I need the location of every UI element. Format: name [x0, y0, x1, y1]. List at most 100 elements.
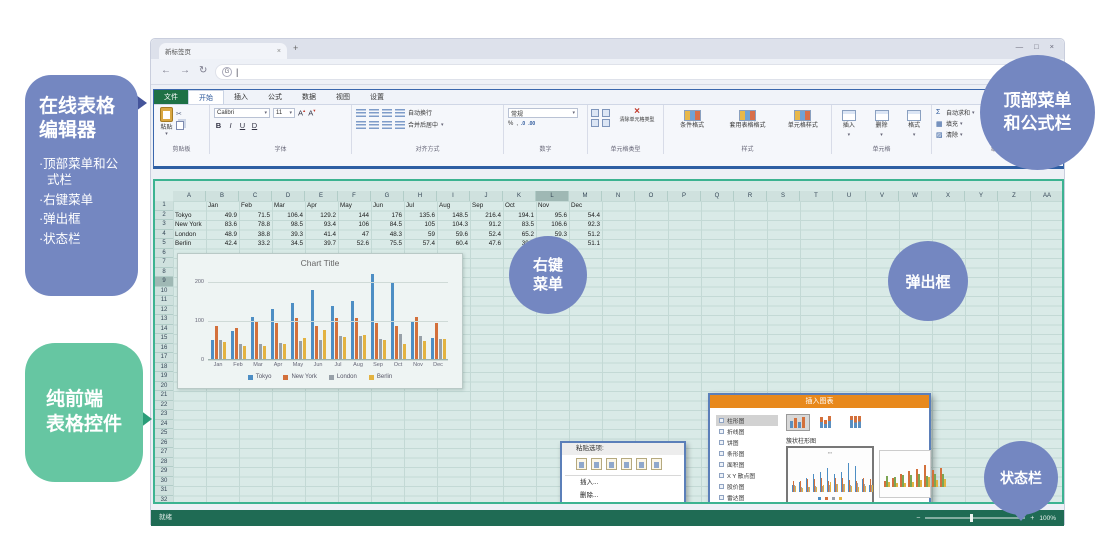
- cell[interactable]: 194.1: [503, 211, 536, 221]
- chart-type-item[interactable]: 雷达图: [716, 492, 778, 503]
- paste-button[interactable]: 粘贴 ▾: [156, 107, 173, 137]
- chart-type-item[interactable]: 面积图: [716, 459, 778, 470]
- cell[interactable]: Berlin: [173, 239, 206, 249]
- number-format-select[interactable]: 常规 ▾: [508, 108, 578, 118]
- increase-decimal-button[interactable]: .0: [521, 121, 525, 127]
- align-middle-icon[interactable]: [369, 109, 379, 117]
- row-header-20[interactable]: 20: [155, 382, 173, 392]
- cell[interactable]: 104.3: [437, 220, 470, 230]
- cell[interactable]: 148.5: [437, 211, 470, 221]
- grow-font-button[interactable]: A▴: [298, 108, 305, 118]
- celltype-button-icon[interactable]: [591, 109, 599, 117]
- cell[interactable]: May: [338, 201, 371, 211]
- browser-tab[interactable]: 新标签页 ×: [159, 43, 287, 59]
- celltype-checkbox-icon[interactable]: [602, 109, 610, 117]
- cell[interactable]: 48.3: [371, 230, 404, 240]
- row-header-22[interactable]: 22: [155, 401, 173, 411]
- paste-option-icon[interactable]: [651, 458, 662, 470]
- decrease-decimal-button[interactable]: .00: [528, 121, 535, 127]
- row-header-9[interactable]: 9: [155, 277, 173, 287]
- paste-option-icon[interactable]: [576, 458, 587, 470]
- cell[interactable]: Jun: [371, 201, 404, 211]
- cell[interactable]: 71.5: [239, 211, 272, 221]
- cell[interactable]: 105: [404, 220, 437, 230]
- chart-type-item[interactable]: 柱形图: [716, 415, 778, 426]
- cell[interactable]: 54.4: [569, 211, 602, 221]
- chart-type-item[interactable]: 折线图: [716, 426, 778, 437]
- chart-type-item[interactable]: 股价图: [716, 481, 778, 492]
- merge-center-button[interactable]: 合并后居中: [408, 120, 438, 129]
- cell[interactable]: 59.6: [437, 230, 470, 240]
- row-header-1[interactable]: 1: [155, 201, 173, 211]
- cell[interactable]: Mar: [272, 201, 305, 211]
- column-header-C[interactable]: C: [239, 191, 272, 201]
- context-menu-item[interactable]: 清除内容: [562, 502, 684, 504]
- cell[interactable]: 129.2: [305, 211, 338, 221]
- cell[interactable]: 65.2: [503, 230, 536, 240]
- row-header-32[interactable]: 32: [155, 496, 173, 505]
- context-menu-item[interactable]: 删除...: [562, 490, 684, 503]
- cell[interactable]: 59: [404, 230, 437, 240]
- cell[interactable]: 38.8: [239, 230, 272, 240]
- font-style-button-U[interactable]: U: [238, 121, 247, 130]
- column-header-P[interactable]: P: [668, 191, 701, 201]
- indent-icon[interactable]: [395, 121, 405, 129]
- row-header-17[interactable]: 17: [155, 353, 173, 363]
- url-input[interactable]: G |: [215, 64, 1054, 80]
- font-style-button-B[interactable]: B: [214, 121, 223, 130]
- column-header-Y[interactable]: Y: [965, 191, 998, 201]
- cell[interactable]: 83.5: [503, 220, 536, 230]
- cell[interactable]: 75.5: [371, 239, 404, 249]
- column-header-O[interactable]: O: [635, 191, 668, 201]
- shrink-font-button[interactable]: A▾: [308, 108, 315, 118]
- row-header-11[interactable]: 11: [155, 296, 173, 306]
- cell[interactable]: 39.7: [305, 239, 338, 249]
- column-header-Q[interactable]: Q: [701, 191, 734, 201]
- row-header-26[interactable]: 26: [155, 439, 173, 449]
- row-header-28[interactable]: 28: [155, 458, 173, 468]
- cell[interactable]: London: [173, 230, 206, 240]
- ribbon-tab-视图[interactable]: 视图: [326, 90, 360, 104]
- cell[interactable]: Jul: [404, 201, 437, 211]
- chart-preview-alt[interactable]: [879, 450, 931, 498]
- tab-close-icon[interactable]: ×: [277, 48, 281, 55]
- subtype-stacked-column-icon[interactable]: [816, 414, 840, 431]
- row-header-24[interactable]: 24: [155, 420, 173, 430]
- chart-type-item[interactable]: 饼图: [716, 437, 778, 448]
- cell[interactable]: 60.4: [437, 239, 470, 249]
- cell[interactable]: 83.6: [206, 220, 239, 230]
- column-header-J[interactable]: J: [470, 191, 503, 201]
- celltype-hyperlink-icon[interactable]: [591, 119, 599, 127]
- cells-button-删除[interactable]: 删除▾: [867, 107, 897, 138]
- row-header-31[interactable]: 31: [155, 486, 173, 496]
- column-header-S[interactable]: S: [767, 191, 800, 201]
- cell[interactable]: 52.4: [470, 230, 503, 240]
- cell[interactable]: 33.2: [239, 239, 272, 249]
- wrap-text-button[interactable]: 自动换行: [408, 108, 432, 117]
- ribbon-tab-插入[interactable]: 插入: [224, 90, 258, 104]
- cell[interactable]: 34.5: [272, 239, 305, 249]
- column-header-D[interactable]: D: [272, 191, 305, 201]
- column-header-B[interactable]: B: [206, 191, 239, 201]
- cell[interactable]: 47: [338, 230, 371, 240]
- column-header-I[interactable]: I: [437, 191, 470, 201]
- cell[interactable]: Oct: [503, 201, 536, 211]
- column-header-Z[interactable]: Z: [998, 191, 1031, 201]
- cell[interactable]: Dec: [569, 201, 602, 211]
- cell[interactable]: 144: [338, 211, 371, 221]
- editing-button-清除[interactable]: ▨清除▾: [936, 130, 975, 139]
- cell[interactable]: 93.4: [305, 220, 338, 230]
- cell[interactable]: 135.6: [404, 211, 437, 221]
- zoom-out-icon[interactable]: −: [916, 515, 920, 522]
- paste-option-icon[interactable]: [606, 458, 617, 470]
- cell[interactable]: Apr: [305, 201, 338, 211]
- row-header-23[interactable]: 23: [155, 410, 173, 420]
- cell[interactable]: 47.6: [470, 239, 503, 249]
- row-header-25[interactable]: 25: [155, 429, 173, 439]
- column-header-F[interactable]: F: [338, 191, 371, 201]
- styles-button-条件格式[interactable]: 条件格式: [666, 107, 718, 130]
- row-header-2[interactable]: 2: [155, 211, 173, 221]
- paste-option-icon[interactable]: [591, 458, 602, 470]
- cell[interactable]: 176: [371, 211, 404, 221]
- editing-button-自动求和[interactable]: Σ自动求和▾: [936, 108, 975, 117]
